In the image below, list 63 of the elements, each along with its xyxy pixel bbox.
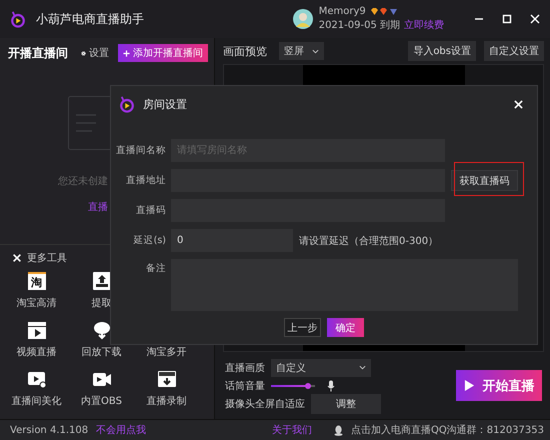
- adjust-button[interactable]: 调整: [311, 394, 381, 414]
- tools-title: 更多工具: [27, 252, 67, 265]
- badge-icons: [370, 8, 400, 16]
- close-icon[interactable]: [514, 100, 523, 108]
- field-label: 备注: [145, 262, 166, 275]
- video-icon[interactable]: [26, 320, 46, 340]
- field-label: 直播码: [135, 204, 166, 217]
- mic-volume-label: 话筒音量: [225, 380, 265, 392]
- input-field[interactable]: 0: [171, 229, 293, 252]
- app-title: 小葫芦电商直播助手: [36, 10, 144, 28]
- field-label: 直播地址: [125, 174, 166, 187]
- maximize-icon[interactable]: [502, 14, 512, 24]
- tool-label[interactable]: 提取: [92, 296, 112, 310]
- qq-penguin-icon: [334, 424, 343, 436]
- tool-label[interactable]: 淘宝多开: [146, 345, 186, 359]
- tao-logo-icon[interactable]: 淘: [28, 272, 46, 290]
- orientation-dropdown[interactable]: 竖屏: [279, 42, 324, 60]
- tool-label[interactable]: 淘宝高清: [16, 296, 56, 310]
- camera-fit-label: 摄像头全屏自适应: [225, 398, 305, 410]
- close-icon[interactable]: [530, 14, 540, 24]
- preview-setting-button[interactable]: 导入obs设置: [408, 41, 476, 61]
- quality-label: 直播画质: [225, 362, 265, 374]
- tool-label[interactable]: 直播间美化: [12, 394, 62, 408]
- settings-link[interactable]: 设置: [89, 46, 109, 60]
- expiry-date: 2021-09-05 到期: [318, 18, 400, 32]
- about-link[interactable]: 关于我们: [272, 423, 312, 437]
- app-logo-icon: [10, 10, 26, 28]
- avatar-icon: [292, 9, 313, 29]
- record-icon[interactable]: [156, 369, 176, 389]
- preview-setting-button[interactable]: 自定义设置: [484, 41, 544, 61]
- create-room-link[interactable]: 直播: [88, 200, 108, 214]
- tool-label[interactable]: 回放下载: [82, 345, 122, 359]
- delay-hint: 请设置延迟（合理范围0-300）: [299, 234, 438, 248]
- field-label: 直播间名称: [115, 144, 166, 157]
- plus-icon: [123, 50, 130, 56]
- tool-label[interactable]: 直播录制: [146, 394, 186, 408]
- dialog-button[interactable]: 上一步: [284, 318, 321, 337]
- get-stream-code-button[interactable]: 获取直播码: [451, 170, 518, 191]
- empty-message: 您还未创建: [58, 174, 108, 188]
- user-name: Memory9: [318, 6, 366, 17]
- cloud-download-icon[interactable]: [92, 320, 112, 340]
- renew-link[interactable]: 立即续费: [404, 18, 444, 32]
- quality-dropdown[interactable]: 自定义: [271, 358, 371, 376]
- qq-group-text: 点击加入电商直播QQ沟通群：812037353: [350, 424, 544, 437]
- preview-title: 画面预览: [223, 44, 267, 58]
- start-live-button[interactable]: 开始直播: [456, 370, 542, 401]
- add-room-button[interactable]: 添加开播直播间: [118, 44, 208, 62]
- caret-icon: [359, 365, 366, 370]
- panel-title: 开播直播间: [8, 44, 68, 62]
- caret-icon: [312, 48, 319, 54]
- app-logo-icon: [119, 95, 135, 113]
- tool-label[interactable]: 视频直播: [16, 345, 56, 359]
- dialog-title: 房间设置: [143, 96, 187, 112]
- version-text: Version 4.1.108: [10, 424, 88, 436]
- tool-label[interactable]: 内置OBS: [81, 394, 122, 408]
- play-icon: [464, 379, 474, 392]
- tv-icon[interactable]: [26, 369, 46, 389]
- dialog-button[interactable]: 确定: [327, 318, 364, 337]
- tools-icon: [12, 253, 22, 263]
- microphone-icon[interactable]: [327, 380, 335, 392]
- field-label: 延迟(s): [132, 234, 166, 247]
- help-link[interactable]: 不会用点我: [96, 423, 146, 437]
- upload-icon[interactable]: [92, 271, 112, 291]
